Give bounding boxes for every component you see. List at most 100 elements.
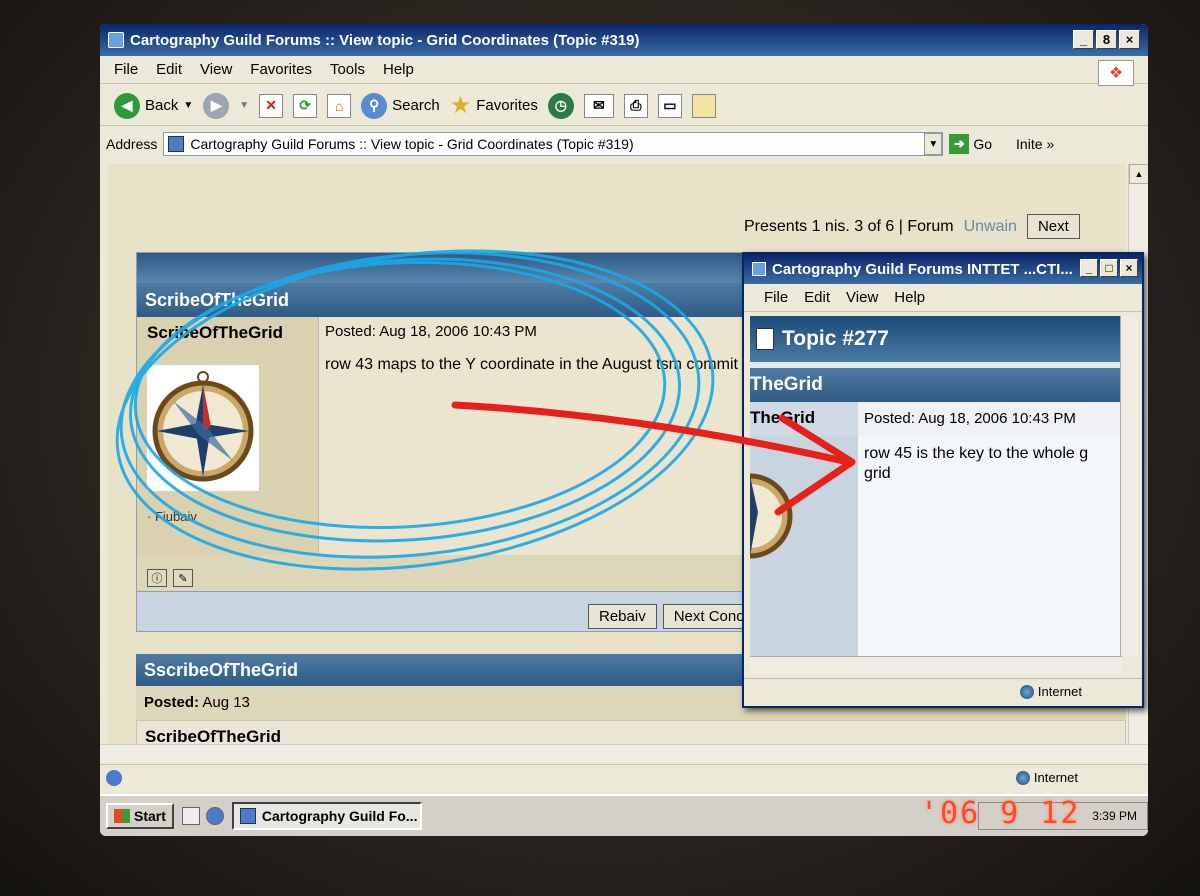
search-label: Search [392, 97, 440, 114]
popup-author[interactable]: TheGrid [750, 402, 858, 436]
post-text: row 43 maps to the Y coordinate in the A… [325, 356, 738, 373]
print-icon[interactable]: ⎙ [623, 93, 648, 118]
next-button[interactable]: Next [1026, 214, 1080, 239]
search-button[interactable]: ⚲ Search [361, 92, 440, 119]
ie-quicklaunch-icon[interactable] [205, 807, 224, 825]
clock[interactable]: 3:39 PM [1092, 809, 1137, 823]
menu-view[interactable]: View [200, 61, 232, 78]
popup-status-bar: Internet [744, 678, 1142, 704]
taskbar-item-label: Cartography Guild Fo... [261, 808, 418, 824]
minimize-button[interactable]: _ [1073, 30, 1094, 49]
popup-menu-bar: File Edit View Help [744, 284, 1142, 312]
user-rank: · Fiubaiv [147, 509, 197, 524]
address-value: Cartography Guild Forums :: View topic -… [190, 136, 634, 152]
mail-icon[interactable]: ✉ [583, 93, 614, 118]
popup-menu-help[interactable]: Help [894, 289, 925, 306]
status-bar: Internet [100, 764, 1148, 790]
popup-name-bar: TheGrid [750, 368, 1122, 402]
start-button[interactable]: Start [106, 803, 174, 829]
popup-meta-row: TheGrid Posted: Aug 18, 2006 10:43 PM [750, 402, 1122, 436]
security-zone: Internet [1015, 770, 1078, 785]
show-desktop-icon[interactable] [181, 807, 200, 825]
popup-topic-title: Topic #277 [782, 327, 889, 350]
post-meta-row: ScribeOfTheGrid Posted: Aug 18, 2006 10:… [137, 317, 755, 349]
forward-button[interactable]: ▶ [203, 92, 230, 119]
start-label: Start [134, 808, 166, 824]
camera-date-stamp: '06 9 12 [920, 796, 1081, 831]
page-icon [239, 808, 256, 824]
reply-button[interactable]: Rebaiv [588, 604, 657, 629]
popup-minimize-button[interactable]: _ [1080, 259, 1098, 277]
post-content-row: · Fiubaiv row 43 maps to the Y coordinat… [137, 349, 755, 555]
popup-menu-view[interactable]: View [846, 289, 878, 306]
zone-label: Internet [1033, 770, 1078, 785]
taskbar-item-browser[interactable]: Cartography Guild Fo... [231, 802, 422, 830]
page-status-icon [106, 769, 122, 786]
go-label: Go [973, 136, 993, 152]
history-icon[interactable]: ◷ [547, 92, 574, 119]
windows-logo-icon: ❖ [1098, 60, 1134, 86]
post-date: Posted: Aug 18, 2006 10:43 PM [319, 317, 755, 349]
document-icon [756, 328, 774, 350]
author-profile: · Fiubaiv [137, 349, 319, 555]
browser-toolbar: ◀ Back ▼ ▶ ▼ ✕ ⟳ ⌂ ⚲ Search ★ Favorites … [100, 86, 1148, 126]
popup-topic-header: Topic #277 [750, 316, 1122, 362]
chevron-right-icon[interactable]: » [1047, 136, 1055, 152]
profile-icon[interactable]: ⓘ [147, 569, 167, 587]
compass-avatar [147, 365, 259, 491]
messenger-icon[interactable] [691, 93, 716, 118]
pm-icon[interactable]: ✎ [173, 569, 193, 587]
menu-help[interactable]: Help [383, 61, 414, 78]
globe-icon [1015, 770, 1030, 785]
page-icon [168, 136, 185, 152]
menu-bar: File Edit View Favorites Tools Help [100, 56, 1148, 84]
pagination-link[interactable]: Unwain [964, 218, 1017, 236]
popup-post-text: row 45 is the key to the whole g grid [858, 436, 1122, 656]
scroll-up-icon[interactable]: ▲ [1129, 164, 1148, 184]
refresh-icon[interactable]: ⟳ [293, 93, 318, 118]
popup-menu-file[interactable]: File [764, 289, 788, 306]
stop-icon[interactable]: ✕ [259, 93, 284, 118]
globe-icon [1019, 684, 1034, 699]
window-title: Cartography Guild Forums :: View topic -… [130, 31, 640, 49]
popup-close-button[interactable]: × [1120, 259, 1138, 277]
go-button[interactable]: ➔ Go [949, 134, 992, 154]
popup-window-controls: _ □ × [1080, 259, 1138, 277]
edit-icon[interactable]: ▭ [657, 93, 682, 118]
home-icon[interactable]: ⌂ [327, 93, 352, 118]
back-label: Back [145, 97, 179, 114]
favorites-button[interactable]: ★ Favorites [450, 91, 538, 120]
chevron-down-icon: ▼ [183, 100, 194, 111]
popup-avatar [750, 436, 858, 656]
popup-content-row: row 45 is the key to the whole g grid [750, 436, 1122, 656]
popup-maximize-button[interactable]: □ [1100, 259, 1118, 277]
popup-horizontal-scrollbar[interactable] [750, 656, 1122, 674]
menu-file[interactable]: File [114, 61, 138, 78]
address-input[interactable]: Cartography Guild Forums :: View topic -… [163, 132, 944, 156]
popup-browser-window: Cartography Guild Forums INTTET ...CTI..… [742, 252, 1144, 708]
post2-posted-label: Posted: [144, 694, 200, 711]
menu-edit[interactable]: Edit [156, 61, 182, 78]
pagination-text: Presents 1 nis. 3 of 6 | Forum [744, 217, 954, 235]
pagination: Presents 1 nis. 3 of 6 | Forum Unwain Ne… [744, 214, 1080, 239]
back-arrow-icon: ◀ [114, 92, 140, 119]
close-button[interactable]: × [1119, 30, 1140, 49]
address-dropdown-icon[interactable]: ▼ [924, 133, 943, 155]
address-label: Address [106, 136, 158, 152]
post2-author[interactable]: ScribeOfTheGrid [136, 720, 1126, 744]
popup-vertical-scrollbar[interactable] [1120, 316, 1138, 656]
author-name[interactable]: ScribeOfTheGrid [137, 317, 319, 349]
favorites-label: Favorites [476, 97, 538, 114]
menu-tools[interactable]: Tools [330, 61, 365, 78]
go-arrow-icon: ➔ [949, 134, 970, 154]
horizontal-scrollbar[interactable] [100, 744, 1148, 762]
back-button[interactable]: ◀ Back ▼ [114, 92, 194, 119]
popup-posted: Posted: Aug 18, 2006 10:43 PM [858, 402, 1122, 436]
links-label[interactable]: Inite [1016, 136, 1042, 152]
post-body: row 43 maps to the Y coordinate in the A… [319, 349, 755, 555]
restore-button[interactable]: 8 [1096, 30, 1117, 49]
popup-menu-edit[interactable]: Edit [804, 289, 830, 306]
window-controls: _ 8 × [1073, 30, 1140, 49]
menu-favorites[interactable]: Favorites [250, 61, 312, 78]
search-icon: ⚲ [361, 92, 388, 119]
